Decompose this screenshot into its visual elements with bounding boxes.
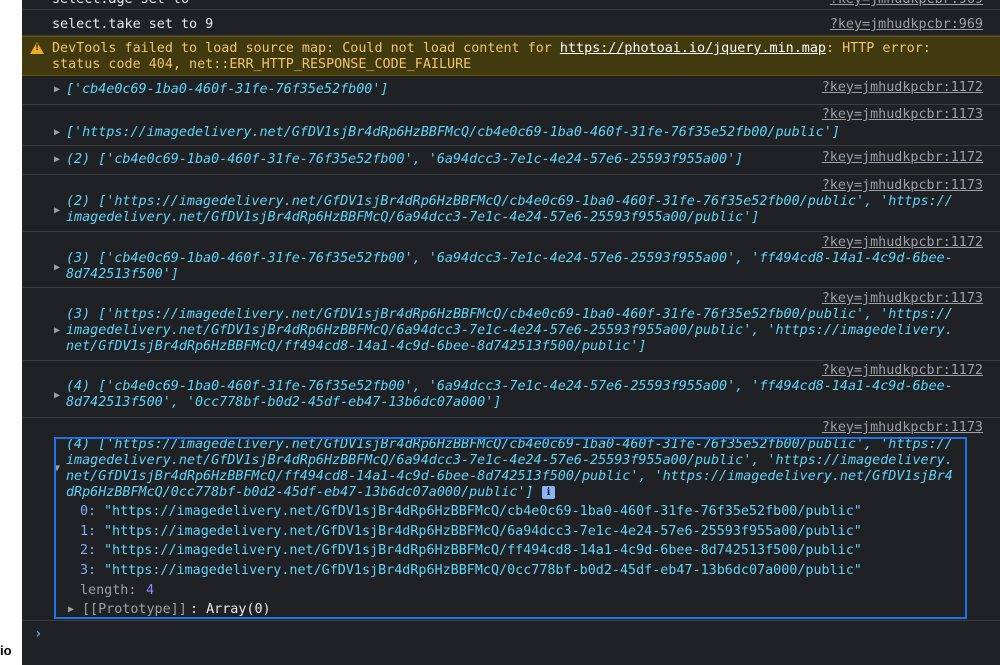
left-panel-label: io: [0, 643, 12, 658]
source-map-link[interactable]: https://photoai.io/jquery.min.map: [560, 41, 826, 56]
source-link[interactable]: ?key=jmhudkpcbr:1172: [822, 150, 983, 166]
log-array-line: net/GfDV1sjBr4dRp6HzBBFMcQ/ff494cd8-14a1…: [66, 339, 647, 354]
console-prompt-chevron-icon[interactable]: ›: [34, 626, 42, 642]
source-link[interactable]: ?key=jmhudkpcbr:1173: [822, 178, 983, 194]
warning-triangle-icon: [30, 42, 44, 54]
source-link[interactable]: ?key=jmhudkpcbr:1172: [822, 363, 983, 379]
expand-arrow-icon[interactable]: ▶: [54, 260, 60, 276]
console-message: select.take set to 9 ?key=jmhudkpcbr:969: [22, 9, 1000, 36]
expand-arrow-icon[interactable]: ▶: [54, 125, 60, 141]
prompt-divider: [22, 620, 1000, 621]
log-array: ['cb4e0c69-1ba0-460f-31fe-76f35e52fb00']: [66, 82, 389, 97]
expand-arrow-icon[interactable]: ▶: [54, 388, 60, 404]
expand-arrow-icon[interactable]: ▶: [54, 323, 60, 339]
source-link[interactable]: ?key=jmhudkpcbr:1173: [822, 420, 983, 436]
message-text: select.age set to: [52, 0, 189, 8]
log-array: (2) ['cb4e0c69-1ba0-460f-31fe-76f35e52fb…: [66, 152, 744, 167]
log-array-line: (3) ['cb4e0c69-1ba0-460f-31fe-76f35e52fb…: [66, 251, 953, 266]
selected-message-outline: [54, 437, 967, 619]
expand-arrow-icon[interactable]: ▶: [54, 203, 60, 219]
console-log-row[interactable]: ?key=jmhudkpcbr:1173 ▶ ['https://imagede…: [22, 105, 1000, 146]
source-link[interactable]: ?key=jmhudkpcbr:1172: [822, 80, 983, 96]
console-log-row[interactable]: ?key=jmhudkpcbr:1172 ▶ (4) ['cb4e0c69-1b…: [22, 361, 1000, 418]
source-link[interactable]: ?key=jmhudkpcbr:1173: [822, 107, 983, 123]
log-array-line: (4) ['cb4e0c69-1ba0-460f-31fe-76f35e52fb…: [66, 379, 953, 394]
log-array-line: 8d742513f500']: [66, 267, 179, 282]
expand-arrow-icon[interactable]: ▶: [54, 82, 60, 98]
warning-text-line1: DevTools failed to load source map: Coul…: [52, 41, 931, 56]
source-link[interactable]: ?key=jmhudkpcbr:969: [830, 17, 983, 33]
log-array-line: 8d742513f500', '0cc778bf-b0d2-45df-eb47-…: [66, 395, 502, 410]
log-array-line: imagedelivery.net/GfDV1sjBr4dRp6HzBBFMcQ…: [66, 323, 953, 338]
left-panel-strip: io: [0, 0, 22, 665]
log-array-line: imagedelivery.net/GfDV1sjBr4dRp6HzBBFMcQ…: [66, 210, 760, 225]
warning-message: DevTools failed to load source map: Coul…: [22, 36, 1000, 76]
console-log-row[interactable]: ?key=jmhudkpcbr:1173 ▶ (3) ['https://ima…: [22, 288, 1000, 361]
console-log-row[interactable]: ?key=jmhudkpcbr:1172 ▶ (3) ['cb4e0c69-1b…: [22, 232, 1000, 288]
expand-arrow-icon[interactable]: ▶: [54, 152, 60, 168]
message-text: select.take set to 9: [52, 17, 214, 32]
console-log-row[interactable]: ▶ ['cb4e0c69-1ba0-460f-31fe-76f35e52fb00…: [22, 75, 1000, 105]
console-log-row[interactable]: ?key=jmhudkpcbr:1173 ▶ (2) ['https://ima…: [22, 175, 1000, 232]
devtools-console[interactable]: select.age set to ?key=jmhudkpcbr:969 se…: [22, 0, 1000, 665]
warning-text-line2: status code 404, net::ERR_HTTP_RESPONSE_…: [52, 57, 472, 72]
source-link[interactable]: ?key=jmhudkpcbr:1172: [822, 235, 983, 251]
source-link[interactable]: ?key=jmhudkpcbr:1173: [822, 291, 983, 307]
log-array: ['https://imagedelivery.net/GfDV1sjBr4dR…: [66, 125, 840, 140]
console-log-row[interactable]: ▶ (2) ['cb4e0c69-1ba0-460f-31fe-76f35e52…: [22, 146, 1000, 175]
log-array-line: (3) ['https://imagedelivery.net/GfDV1sjB…: [66, 307, 953, 322]
source-link[interactable]: ?key=jmhudkpcbr:969: [830, 0, 983, 8]
log-array-line: (2) ['https://imagedelivery.net/GfDV1sjB…: [66, 194, 953, 209]
